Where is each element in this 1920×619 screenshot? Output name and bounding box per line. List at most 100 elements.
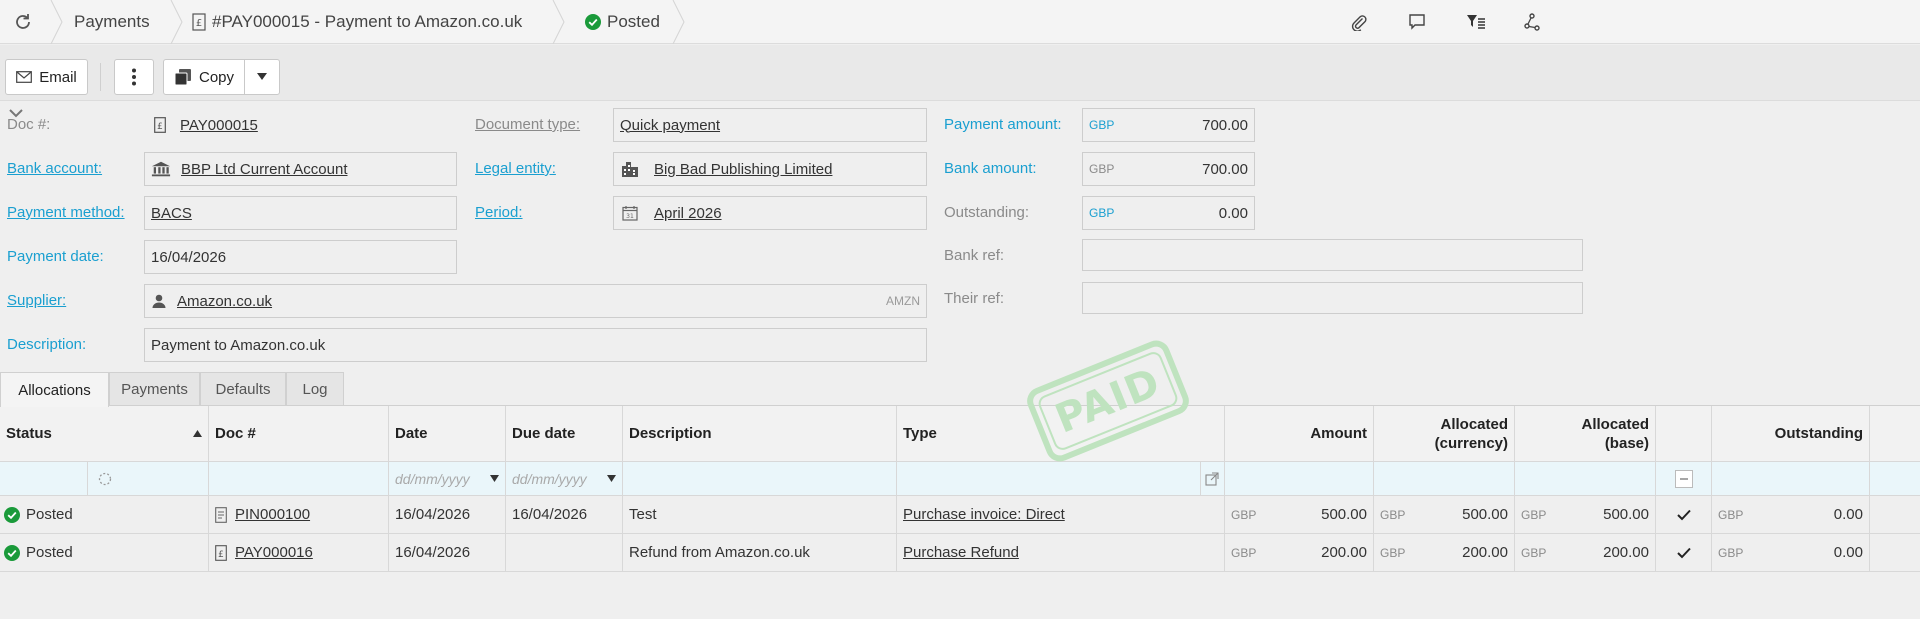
- filter-date-input[interactable]: dd/mm/yyyy: [389, 462, 506, 495]
- breadcrumb-document-label: #PAY000015 - Payment to Amazon.co.uk: [212, 12, 523, 31]
- payment-date-field[interactable]: 16/04/2026: [144, 240, 457, 274]
- row-outstanding-cell: GBP 0.00: [1712, 496, 1870, 533]
- row-allocated-currency-code: GBP: [1380, 507, 1406, 522]
- document-type-field[interactable]: Quick payment: [613, 108, 927, 142]
- outstanding-field: GBP 0.00: [1082, 196, 1255, 230]
- row-type-link[interactable]: Purchase invoice: Direct: [903, 506, 1065, 523]
- col-header-allocated-currency[interactable]: Allocated (currency): [1374, 406, 1515, 461]
- refresh-icon[interactable]: [8, 8, 38, 36]
- bank-account-label[interactable]: Bank account:: [7, 152, 102, 186]
- tab-defaults[interactable]: Defaults: [200, 372, 286, 406]
- open-external-icon[interactable]: [1201, 462, 1225, 495]
- payment-amount-field[interactable]: GBP 700.00: [1082, 108, 1255, 142]
- filter-status-input[interactable]: [0, 462, 88, 495]
- row-description-value: Refund from Amazon.co.uk: [629, 544, 810, 561]
- legal-entity-label[interactable]: Legal entity:: [475, 152, 556, 186]
- filter-list-icon[interactable]: [1462, 10, 1490, 34]
- row-type-link[interactable]: Purchase Refund: [903, 544, 1019, 561]
- row-allocated-check[interactable]: [1656, 496, 1712, 533]
- check-circle-icon: [4, 506, 20, 523]
- description-field[interactable]: Payment to Amazon.co.uk: [144, 328, 927, 362]
- email-button[interactable]: Email: [5, 59, 88, 95]
- comment-icon[interactable]: [1403, 10, 1431, 34]
- col-header-due-date[interactable]: Due date: [506, 406, 623, 461]
- their-ref-input[interactable]: [1082, 282, 1583, 314]
- row-allocated-check[interactable]: [1656, 534, 1712, 571]
- period-field[interactable]: 31 April 2026: [613, 196, 927, 230]
- col-header-allocated-currency-line2: (currency): [1434, 434, 1508, 452]
- filter-type-input[interactable]: [897, 462, 1201, 495]
- payment-amount-label: Payment amount:: [944, 116, 1062, 133]
- col-header-type[interactable]: Type: [897, 406, 1225, 461]
- filter-status-loading: [88, 462, 209, 495]
- payment-method-label[interactable]: Payment method:: [7, 196, 125, 230]
- filter-description-input[interactable]: [623, 462, 897, 495]
- row-description-cell: Test: [623, 496, 897, 533]
- toolbar: Email Copy: [0, 45, 1920, 101]
- col-header-date-label: Date: [395, 425, 428, 442]
- share-icon[interactable]: [1518, 10, 1546, 34]
- filter-doc-number-input[interactable]: [209, 462, 389, 495]
- user-icon: [151, 294, 167, 308]
- row-due-date-cell: [506, 534, 623, 571]
- table-row[interactable]: Posted PIN000100 16/04/2026 16/04/2026 T…: [0, 496, 1920, 534]
- col-header-allocated-currency-line1: Allocated: [1440, 415, 1508, 433]
- caret-down-icon[interactable]: [607, 475, 616, 482]
- bank-icon: [151, 160, 171, 178]
- col-header-outstanding[interactable]: Outstanding: [1712, 406, 1870, 461]
- col-header-date[interactable]: Date: [389, 406, 506, 461]
- doc-number-value[interactable]: PAY000015: [180, 117, 258, 134]
- col-header-description[interactable]: Description: [623, 406, 897, 461]
- svg-text:£: £: [157, 122, 163, 132]
- breadcrumb-payments[interactable]: Payments: [74, 0, 150, 44]
- top-bar: Payments £ #PAY000015 - Payment to Amazo…: [0, 0, 1920, 44]
- payment-method-field[interactable]: BACS: [144, 196, 457, 230]
- filter-allocated-currency-input[interactable]: [1374, 462, 1515, 495]
- copy-dropdown-button[interactable]: [244, 59, 280, 95]
- row-date-cell: 16/04/2026: [389, 496, 506, 533]
- caret-down-icon[interactable]: [490, 475, 499, 482]
- col-header-doc-number[interactable]: Doc #: [209, 406, 389, 461]
- tab-log[interactable]: Log: [286, 372, 344, 406]
- filter-outstanding-input[interactable]: [1712, 462, 1870, 495]
- row-doc-number-link[interactable]: PIN000100: [235, 506, 310, 523]
- filter-amount-input[interactable]: [1225, 462, 1374, 495]
- sort-ascending-icon[interactable]: [193, 430, 202, 437]
- row-amount-currency: GBP: [1231, 507, 1257, 522]
- col-header-allocated-base[interactable]: Allocated (base): [1515, 406, 1656, 461]
- col-header-allocated-flag[interactable]: [1656, 406, 1712, 461]
- bank-amount-label: Bank amount:: [944, 160, 1037, 177]
- col-header-allocated-base-line2: (base): [1604, 434, 1649, 452]
- supplier-label[interactable]: Supplier:: [7, 284, 66, 318]
- col-header-status[interactable]: Status: [0, 406, 209, 461]
- doc-number-label: Doc #:: [7, 116, 51, 133]
- bank-account-field[interactable]: BBP Ltd Current Account: [144, 152, 457, 186]
- supplier-field[interactable]: Amazon.co.uk AMZN: [144, 284, 927, 318]
- crumb-separator: [50, 0, 64, 44]
- filter-allocated-base-input[interactable]: [1515, 462, 1656, 495]
- bank-amount-value: 700.00: [1202, 160, 1248, 178]
- their-ref-label: Their ref:: [944, 290, 1005, 307]
- table-row[interactable]: Posted £ PAY000016 16/04/2026 Refund fro…: [0, 534, 1920, 572]
- row-doc-number-link[interactable]: PAY000016: [235, 544, 313, 561]
- tab-log-label: Log: [302, 381, 328, 398]
- tab-payments[interactable]: Payments: [109, 372, 200, 406]
- filter-due-date-input[interactable]: dd/mm/yyyy: [506, 462, 623, 495]
- row-outstanding-value: 0.00: [1833, 506, 1863, 523]
- outstanding-label: Outstanding:: [944, 204, 1030, 221]
- check-circle-icon: [4, 544, 20, 561]
- row-status-label: Posted: [26, 506, 73, 523]
- tab-allocations[interactable]: Allocations: [0, 372, 109, 407]
- payment-doc-icon: £: [150, 117, 170, 133]
- breadcrumb-document[interactable]: £ #PAY000015 - Payment to Amazon.co.uk: [192, 0, 522, 44]
- row-type-cell: Purchase Refund: [897, 534, 1225, 571]
- col-header-amount[interactable]: Amount: [1225, 406, 1374, 461]
- bank-amount-field[interactable]: GBP 700.00: [1082, 152, 1255, 186]
- period-label[interactable]: Period:: [475, 196, 523, 230]
- filter-allocated-checkbox[interactable]: [1656, 462, 1712, 495]
- legal-entity-field[interactable]: Big Bad Publishing Limited: [613, 152, 927, 186]
- copy-button[interactable]: Copy: [163, 59, 245, 95]
- more-actions-button[interactable]: [114, 59, 154, 95]
- bank-ref-input[interactable]: [1082, 239, 1583, 271]
- paperclip-icon[interactable]: [1345, 10, 1373, 34]
